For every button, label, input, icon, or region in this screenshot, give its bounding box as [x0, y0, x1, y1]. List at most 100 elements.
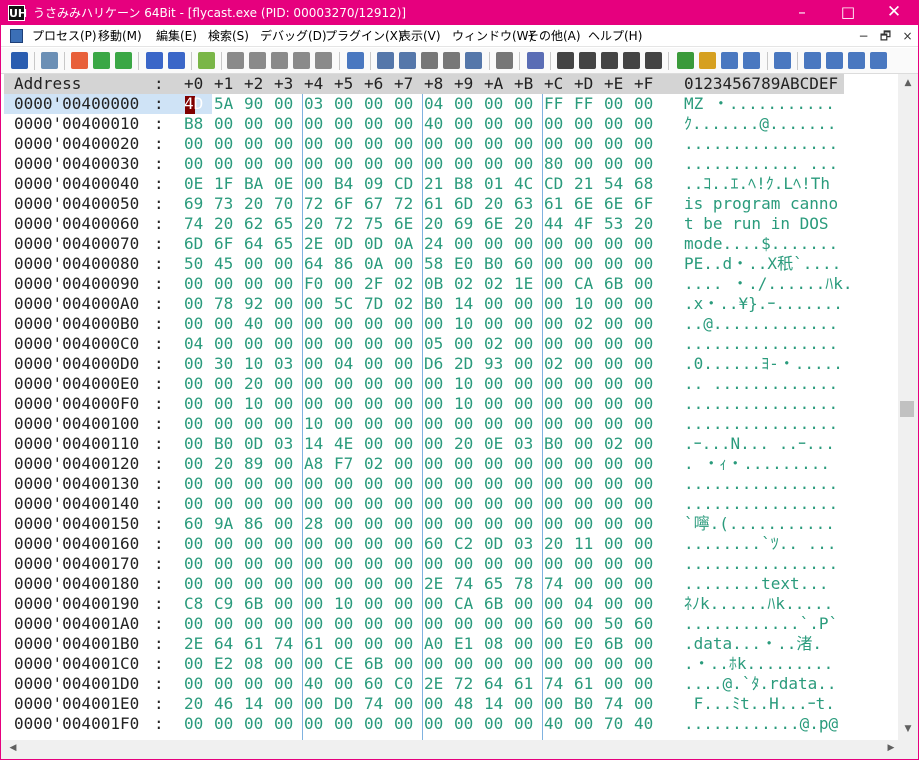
byte-cell[interactable]: 00 — [604, 94, 623, 114]
byte-cell[interactable]: 5A — [214, 94, 233, 114]
byte-cell[interactable]: 00 — [304, 654, 323, 674]
byte-cell[interactable]: 02 — [364, 454, 383, 474]
byte-cell[interactable]: 1E — [514, 274, 533, 294]
byte-cell[interactable]: 80 — [544, 154, 563, 174]
byte-cell[interactable]: 00 — [244, 614, 263, 634]
byte-cell[interactable]: C8 — [184, 594, 203, 614]
hex-row[interactable]: 0000'004001D0: 00 00 00 00 40 00 60 C0 2E 72 64 61 74… — [4, 674, 898, 694]
byte-cell[interactable]: 20 — [514, 214, 533, 234]
byte-cell[interactable]: 00 — [394, 394, 413, 414]
hex-row[interactable]: 0000'00400120: 00 20 89 00 A8 F7 02 00 00 00 00 00 00… — [4, 454, 898, 474]
byte-cell[interactable]: 00 — [424, 614, 443, 634]
byte-cell[interactable]: 00 — [394, 654, 413, 674]
byte-cell[interactable]: 00 — [604, 454, 623, 474]
byte-cell[interactable]: 00 — [634, 534, 653, 554]
byte-cell[interactable]: 00 — [574, 514, 593, 534]
byte-cell[interactable]: 05 — [424, 334, 443, 354]
byte-cell[interactable]: 00 — [514, 294, 533, 314]
hex-row[interactable]: 0000'004001F0: 00 00 00 00 00 00 00 00 00 00 00 00 40… — [4, 714, 898, 734]
byte-cell[interactable]: 00 — [394, 374, 413, 394]
byte-cell[interactable]: 00 — [544, 334, 563, 354]
byte-cell[interactable]: 65 — [274, 214, 293, 234]
byte-cell[interactable]: 62 — [244, 214, 263, 234]
byte-cell[interactable]: 74 — [544, 674, 563, 694]
byte-cell[interactable]: 00 — [244, 574, 263, 594]
byte-cell[interactable]: 04 — [334, 354, 353, 374]
byte-cell[interactable]: 00 — [604, 374, 623, 394]
byte-cell[interactable]: 00 — [394, 314, 413, 334]
byte-cell[interactable]: 6E — [394, 214, 413, 234]
byte-cell[interactable]: 00 — [634, 294, 653, 314]
byte-cell[interactable]: 04 — [184, 334, 203, 354]
byte-cell[interactable]: 00 — [454, 654, 473, 674]
byte-cell[interactable]: 6F — [334, 194, 353, 214]
byte-cell[interactable]: 00 — [574, 134, 593, 154]
byte-cell[interactable]: 00 — [244, 134, 263, 154]
byte-cell[interactable]: 74 — [364, 694, 383, 714]
byte-cell[interactable]: 6B — [604, 274, 623, 294]
hex-row[interactable]: 0000'00400130: 00 00 00 00 00 00 00 00 00 00 00 00 00… — [4, 474, 898, 494]
binoculars5-icon[interactable] — [645, 52, 662, 69]
byte-cell[interactable]: 00 — [604, 334, 623, 354]
byte-cell[interactable]: 00 — [514, 554, 533, 574]
byte-cell[interactable]: 00 — [334, 114, 353, 134]
byte-cell[interactable]: 08 — [484, 634, 503, 654]
app-logo-icon[interactable]: UH — [8, 5, 27, 21]
byte-cell[interactable]: 0D — [334, 234, 353, 254]
byte-cell[interactable]: 86 — [334, 254, 353, 274]
byte-cell[interactable]: 02 — [604, 434, 623, 454]
byte-cell[interactable]: 02 — [544, 354, 563, 374]
byte-cell[interactable]: 00 — [184, 494, 203, 514]
byte-cell[interactable]: 53 — [604, 214, 623, 234]
byte-cell[interactable]: 00 — [214, 414, 233, 434]
byte-cell[interactable]: 00 — [574, 574, 593, 594]
byte-cell[interactable]: 00 — [184, 454, 203, 474]
byte-cell[interactable]: 00 — [544, 114, 563, 134]
byte-cell[interactable]: 20 — [424, 214, 443, 234]
byte-cell[interactable]: 00 — [574, 234, 593, 254]
byte-cell[interactable]: 00 — [244, 254, 263, 274]
byte-cell[interactable]: 00 — [244, 414, 263, 434]
byte-cell[interactable]: 73 — [214, 194, 233, 214]
byte-cell[interactable]: 00 — [184, 294, 203, 314]
byte-cell[interactable]: 54 — [604, 174, 623, 194]
byte-cell[interactable]: 00 — [274, 134, 293, 154]
byte-cell[interactable]: 00 — [214, 494, 233, 514]
hex-row[interactable]: 0000'004001E0: 20 46 14 00 00 D0 74 00 00 48 14 00 00… — [4, 694, 898, 714]
tile-icon[interactable] — [804, 52, 821, 69]
back-icon[interactable] — [93, 52, 110, 69]
byte-cell[interactable]: E0 — [454, 254, 473, 274]
byte-cell[interactable]: 00 — [454, 154, 473, 174]
byte-cell[interactable]: 00 — [274, 94, 293, 114]
byte-cell[interactable]: 6D — [454, 194, 473, 214]
byte-cell[interactable]: 74 — [544, 574, 563, 594]
byte-cell[interactable]: 50 — [604, 614, 623, 634]
prev-icon[interactable] — [146, 52, 163, 69]
byte-cell[interactable]: 61 — [244, 634, 263, 654]
window-list-icon[interactable] — [848, 52, 865, 69]
byte-cell[interactable]: 00 — [304, 314, 323, 334]
byte-cell[interactable]: 00 — [484, 294, 503, 314]
next-icon[interactable] — [168, 52, 185, 69]
byte-cell[interactable]: 00 — [394, 634, 413, 654]
byte-cell[interactable]: CE — [334, 654, 353, 674]
flame-icon[interactable] — [71, 52, 88, 69]
byte-cell[interactable]: 00 — [274, 494, 293, 514]
byte-cell[interactable]: 72 — [334, 214, 353, 234]
byte-cell[interactable]: 20 — [454, 434, 473, 454]
note-icon[interactable] — [699, 52, 716, 69]
byte-cell[interactable]: 00 — [334, 614, 353, 634]
byte-cell[interactable]: CA — [454, 594, 473, 614]
byte-cell[interactable]: 20 — [214, 454, 233, 474]
byte-cell[interactable]: 61 — [574, 674, 593, 694]
byte-cell[interactable]: 00 — [364, 534, 383, 554]
byte-cell[interactable]: 00 — [394, 154, 413, 174]
menu-process[interactable]: プロセス(P) — [32, 25, 97, 47]
byte-cell[interactable]: 00 — [424, 134, 443, 154]
byte-cell[interactable]: 00 — [454, 114, 473, 134]
byte-cell[interactable]: 00 — [364, 494, 383, 514]
byte-cell[interactable]: 46 — [214, 694, 233, 714]
byte-cell[interactable]: 00 — [244, 114, 263, 134]
byte-cell[interactable]: 00 — [274, 514, 293, 534]
byte-cell[interactable]: 00 — [604, 494, 623, 514]
